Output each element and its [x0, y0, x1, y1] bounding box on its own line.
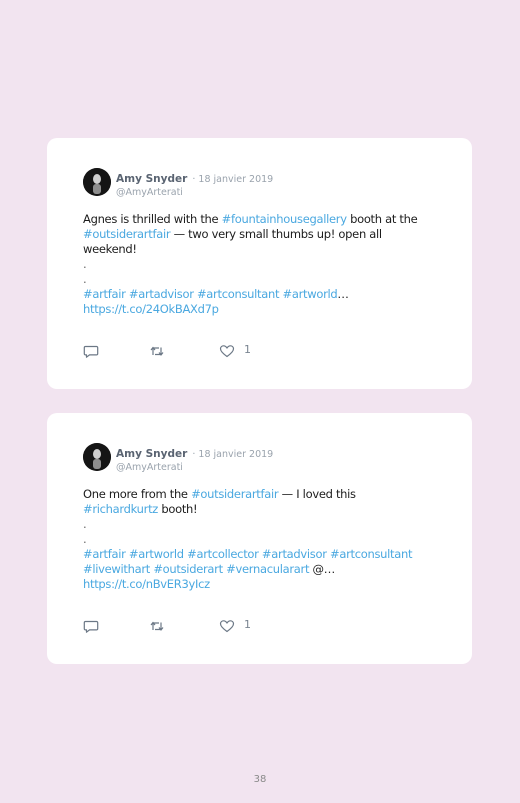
tweet-date[interactable]: · 18 janvier 2019	[192, 449, 273, 460]
like-button[interactable]: 1	[219, 343, 251, 359]
reply-icon	[83, 620, 99, 633]
text: booth!	[158, 502, 198, 516]
tweet-date[interactable]: · 18 janvier 2019	[192, 174, 273, 185]
author-name[interactable]: Amy Snyder	[116, 448, 187, 460]
like-count: 1	[244, 343, 251, 356]
hashtag-list[interactable]: #artfair #artadvisor #artconsultant #art…	[83, 287, 338, 301]
tweet-meta: Amy Snyder · 18 janvier 2019 @AmyArterat…	[116, 167, 273, 198]
retweet-button[interactable]	[149, 343, 165, 359]
author-handle[interactable]: @AmyArterati	[116, 187, 273, 198]
ellipsis: …	[337, 287, 349, 301]
mention-ellipsis: @…	[309, 562, 336, 576]
tweet-card: Amy Snyder · 18 janvier 2019 @AmyArterat…	[47, 413, 472, 664]
like-icon	[219, 620, 235, 633]
avatar[interactable]	[83, 168, 111, 196]
reply-button[interactable]	[83, 618, 99, 634]
avatar[interactable]	[83, 443, 111, 471]
like-icon	[219, 345, 235, 358]
tweet-meta: Amy Snyder · 18 janvier 2019 @AmyArterat…	[116, 442, 273, 473]
hashtag-list[interactable]: #livewithart #outsiderart #vernacularart	[83, 562, 309, 576]
tweet-actions: 1	[83, 343, 283, 359]
text: weekend!	[83, 242, 137, 256]
hashtag-link[interactable]: #fountainhousegallery	[222, 212, 347, 226]
tweet-actions: 1	[83, 618, 283, 634]
reply-icon	[83, 345, 99, 358]
text: One more from the	[83, 487, 192, 501]
hashtag-link[interactable]: #outsiderartfair	[83, 227, 171, 241]
dot: .	[83, 517, 87, 531]
hashtag-link[interactable]: #richardkurtz	[83, 502, 158, 516]
dot: .	[83, 272, 87, 286]
text: — I loved this	[278, 487, 356, 501]
text: Agnes is thrilled with the	[83, 212, 222, 226]
tweet-url[interactable]: https://t.co/nBvER3yIcz	[83, 577, 210, 591]
retweet-icon	[150, 621, 164, 631]
page-number: 38	[253, 774, 267, 785]
tweet-text: Agnes is thrilled with the #fountainhous…	[83, 212, 453, 317]
like-count: 1	[244, 618, 251, 631]
text: booth at the	[346, 212, 418, 226]
author-name[interactable]: Amy Snyder	[116, 173, 187, 185]
hashtag-link[interactable]: #outsiderartfair	[191, 487, 279, 501]
like-button[interactable]: 1	[219, 618, 251, 634]
reply-button[interactable]	[83, 343, 99, 359]
tweet-text: One more from the #outsiderartfair — I l…	[83, 487, 453, 592]
dot: .	[83, 257, 87, 271]
retweet-icon	[150, 346, 164, 356]
text: — two very small thumbs up! open all	[170, 227, 383, 241]
dot: .	[83, 532, 87, 546]
retweet-button[interactable]	[149, 618, 165, 634]
hashtag-list[interactable]: #artfair #artworld #artcollector #artadv…	[83, 547, 413, 561]
tweet-card: Amy Snyder · 18 janvier 2019 @AmyArterat…	[47, 138, 472, 389]
tweet-url[interactable]: https://t.co/24OkBAXd7p	[83, 302, 219, 316]
author-handle[interactable]: @AmyArterati	[116, 462, 273, 473]
